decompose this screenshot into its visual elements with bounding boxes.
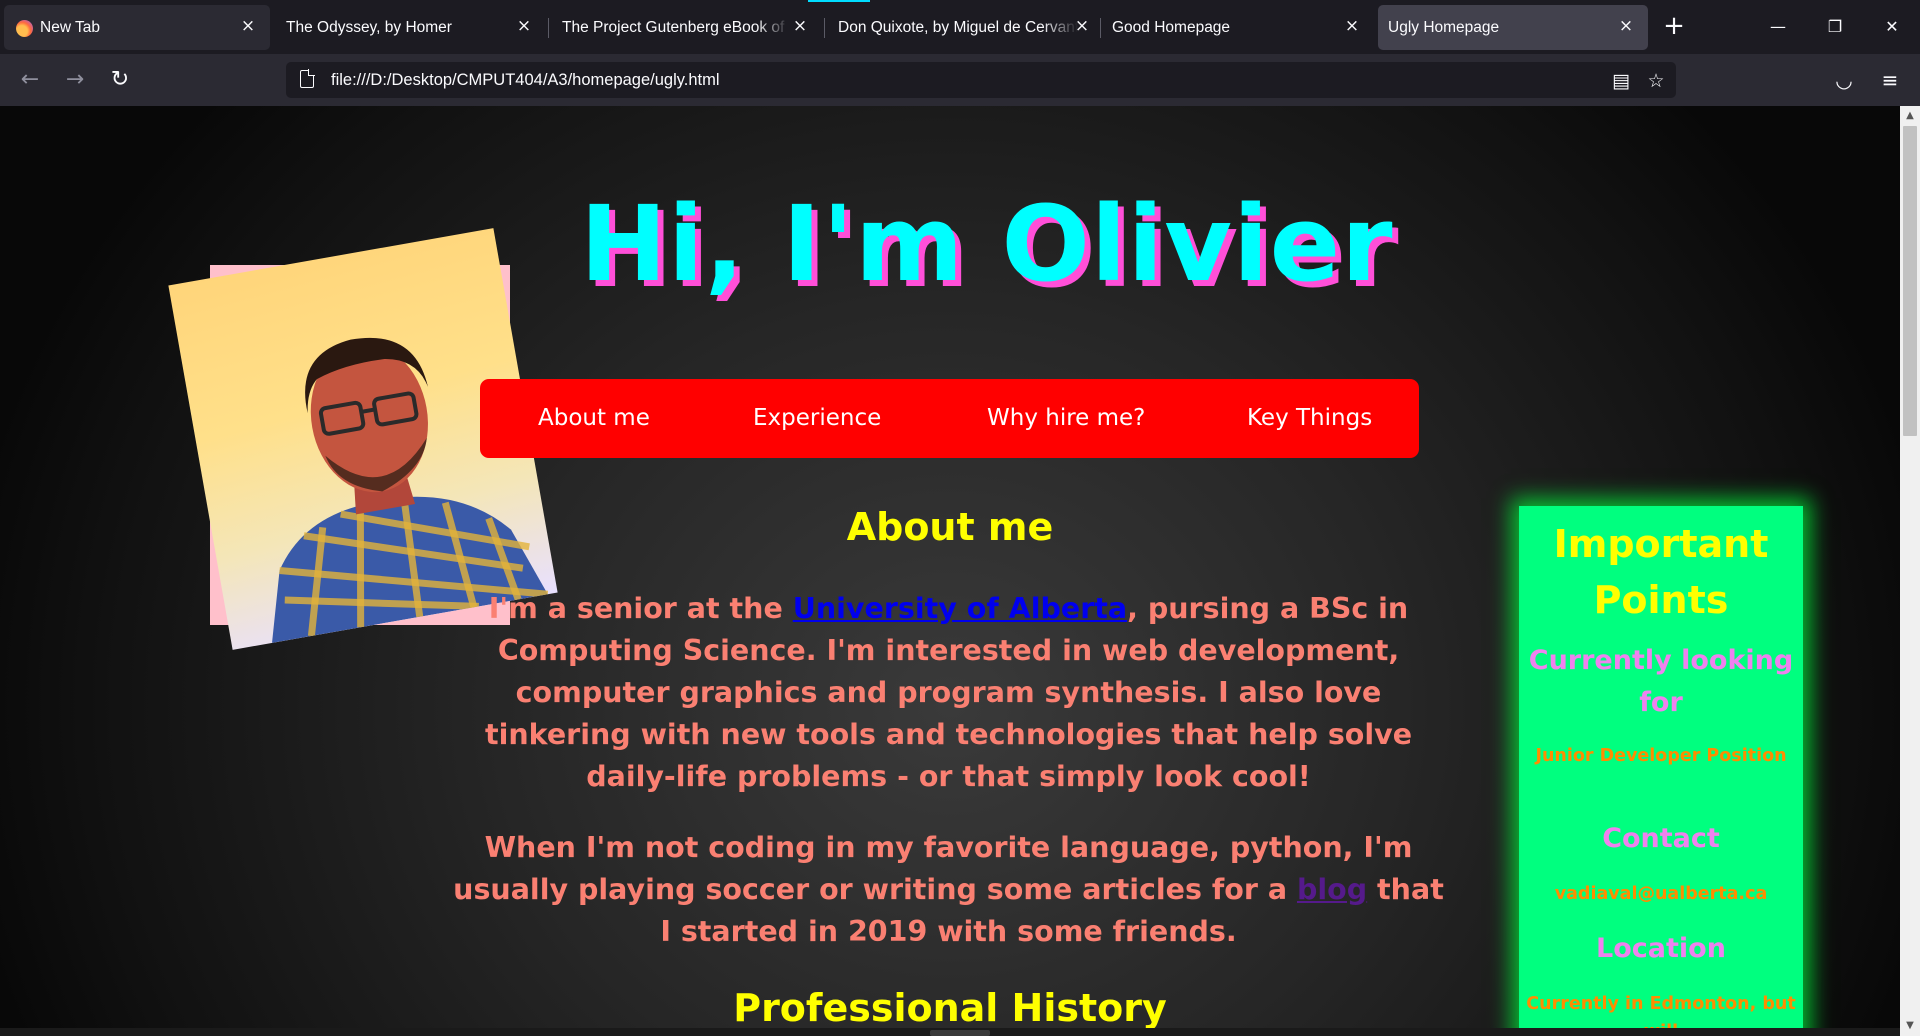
scrollbar-thumb[interactable] (1903, 126, 1917, 436)
professional-history-heading: Professional History (733, 986, 1167, 1030)
back-arrow-icon[interactable]: ← (14, 64, 46, 96)
nav-menu: About me Experience Why hire me? Key Thi… (480, 379, 1419, 458)
page-title: Hi, I'm Olivier (580, 183, 1394, 305)
tab-separator (824, 18, 825, 38)
looking-for-text: Junior Developer Position (1535, 746, 1787, 766)
url-text[interactable]: file:///D:/Desktop/CMPUT404/A3/homepage/… (331, 71, 720, 90)
close-window-icon[interactable]: ✕ (1877, 12, 1907, 42)
paragraph-text: I'm a senior at the (488, 592, 793, 625)
reader-view-icon[interactable]: ▤ (1608, 68, 1634, 94)
close-tab-icon[interactable]: × (1614, 14, 1638, 38)
forward-arrow-icon[interactable]: → (59, 64, 91, 96)
tab-label: The Project Gutenberg eBook of Don (562, 19, 790, 36)
blog-link[interactable]: blog (1297, 873, 1367, 906)
menu-item-why-hire-me[interactable]: Why hire me? (987, 405, 1145, 431)
close-tab-icon[interactable]: × (788, 14, 812, 38)
menu-item-key-things[interactable]: Key Things (1247, 405, 1372, 431)
tab-good-homepage[interactable]: Good Homepage × (1102, 5, 1374, 50)
close-tab-icon[interactable]: × (1070, 14, 1094, 38)
important-points-sidebar: Important Points Currently looking for J… (1519, 506, 1803, 1036)
tab-label: The Odyssey, by Homer (286, 19, 452, 36)
tab-don-quixote[interactable]: Don Quixote, by Miguel de Cervantes × (826, 5, 1098, 50)
scroll-down-icon[interactable]: ▼ (1900, 1016, 1920, 1036)
university-link[interactable]: University of Alberta (793, 592, 1127, 625)
minimize-icon[interactable]: — (1763, 12, 1793, 42)
page-icon (300, 69, 315, 88)
close-tab-icon[interactable]: × (1340, 14, 1364, 38)
horizontal-scrollbar-thumb[interactable] (930, 1030, 990, 1036)
tab-new-tab[interactable]: New Tab × (4, 5, 270, 50)
tab-label: New Tab (40, 19, 101, 36)
about-paragraph-1: I'm a senior at the University of Albert… (452, 588, 1445, 798)
menu-item-experience[interactable]: Experience (753, 405, 881, 431)
tab-bar: New Tab × The Odyssey, by Homer × The Pr… (0, 0, 1920, 54)
paragraph-text: When I'm not coding in my favorite langu… (453, 831, 1413, 906)
looking-for-heading: Currently looking for (1528, 645, 1794, 718)
contact-heading: Contact (1602, 823, 1720, 854)
firefox-icon (16, 20, 33, 37)
sidebar-title: Important Points (1553, 522, 1769, 622)
tab-label: Good Homepage (1112, 19, 1231, 36)
restore-icon[interactable]: ❐ (1820, 12, 1850, 42)
location-heading: Location (1596, 933, 1726, 964)
pocket-icon[interactable]: ◡ (1830, 66, 1858, 94)
new-tab-button[interactable]: + (1660, 11, 1688, 43)
tab-label: Don Quixote, by Miguel de Cervantes (838, 19, 1078, 36)
about-paragraph-2: When I'm not coding in my favorite langu… (452, 827, 1445, 953)
menu-item-about-me[interactable]: About me (538, 405, 650, 431)
about-heading: About me (846, 505, 1054, 549)
tab-gutenberg[interactable]: The Project Gutenberg eBook of Don × (550, 5, 822, 50)
tab-ugly-homepage[interactable]: Ugly Homepage × (1378, 5, 1648, 50)
tab-separator (548, 18, 549, 38)
bookmark-star-icon[interactable]: ☆ (1643, 68, 1669, 94)
tab-odyssey[interactable]: The Odyssey, by Homer × (274, 5, 546, 50)
url-bar[interactable]: file:///D:/Desktop/CMPUT404/A3/homepage/… (286, 62, 1676, 98)
close-tab-icon[interactable]: × (512, 14, 536, 38)
reload-icon[interactable]: ↻ (104, 64, 136, 96)
hamburger-menu-icon[interactable]: ≡ (1876, 66, 1904, 94)
close-tab-icon[interactable]: × (236, 14, 260, 38)
tab-sound-indicator (808, 0, 870, 2)
tab-label: Ugly Homepage (1388, 19, 1500, 36)
contact-email[interactable]: vadiaval@ualberta.ca (1519, 880, 1803, 908)
tab-separator (1100, 18, 1101, 38)
scroll-up-icon[interactable]: ▲ (1900, 106, 1920, 126)
